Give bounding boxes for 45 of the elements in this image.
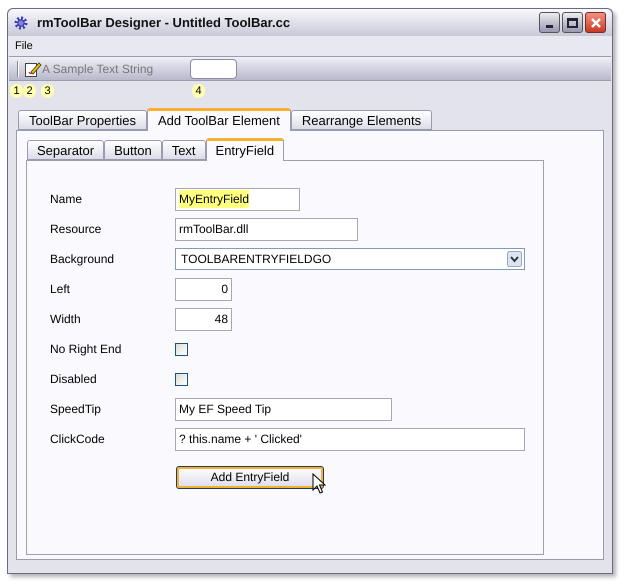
cursor-icon (312, 473, 326, 495)
field-value: MyEntryField (179, 190, 250, 208)
field-label: Resource (50, 221, 102, 238)
field-label: SpeedTip (50, 401, 102, 418)
toolbar-separator (16, 60, 18, 76)
tab[interactable]: EntryField (206, 138, 284, 161)
tab[interactable]: Separator (27, 140, 104, 160)
number-badge: 3 (41, 84, 54, 98)
close-button[interactable] (585, 12, 606, 33)
field-label: Left (50, 281, 72, 298)
field-label: Disabled (50, 371, 98, 388)
number-badge: 1 (10, 84, 23, 98)
minimize-icon (546, 25, 553, 28)
window-title: rmToolBar Designer - Untitled ToolBar.cc (37, 14, 290, 32)
maximize-icon (567, 18, 578, 28)
menu-item[interactable]: File (15, 38, 33, 54)
notepad-pencil-icon[interactable] (24, 60, 42, 78)
input-field[interactable]: 48 (175, 308, 232, 330)
input-field[interactable]: 0 (175, 278, 232, 300)
checkbox[interactable] (175, 372, 188, 386)
field-label: Name (50, 191, 84, 208)
dropdown[interactable]: TOOLBARENTRYFIELDGO (175, 248, 525, 270)
toolbar-entry-field[interactable] (190, 58, 237, 78)
number-badge: 2 (23, 84, 36, 98)
tab[interactable]: Button (104, 140, 162, 160)
tab[interactable]: Add ToolBar Element (146, 108, 291, 131)
maximize-button[interactable] (562, 12, 583, 33)
input-field[interactable]: ? this.name + ' Clicked' (175, 428, 525, 450)
field-label: Width (50, 311, 82, 328)
checkbox[interactable] (175, 342, 188, 356)
field-label: Background (50, 251, 116, 268)
add-button[interactable]: Add EntryField (176, 466, 324, 488)
close-icon (590, 16, 602, 28)
toolbar-text: A Sample Text String (42, 60, 154, 78)
input-field[interactable]: My EF Speed Tip (175, 398, 392, 420)
field-label: ClickCode (50, 431, 106, 448)
input-field[interactable]: rmToolBar.dll (175, 218, 358, 240)
field-label: No Right End (50, 341, 122, 358)
number-badge: 4 (192, 84, 205, 98)
tab[interactable]: ToolBar Properties (18, 110, 147, 130)
tab[interactable]: Rearrange Elements (290, 110, 432, 130)
tab[interactable]: Text (162, 140, 206, 160)
input-field[interactable]: MyEntryField (175, 188, 300, 210)
gear-icon (14, 16, 28, 30)
minimize-button[interactable] (539, 12, 560, 33)
